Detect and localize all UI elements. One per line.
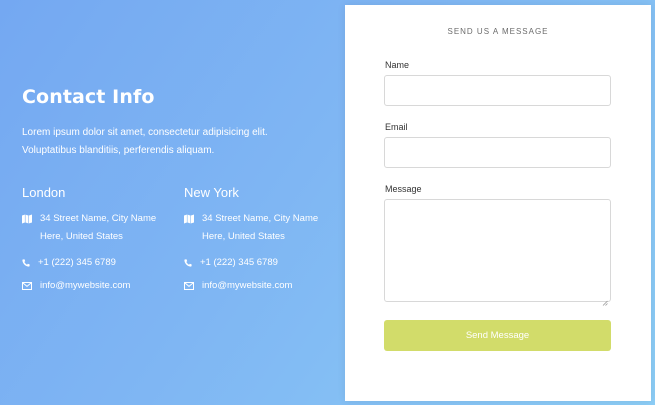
contact-info-title: Contact Info: [22, 86, 155, 108]
name-field-wrapper: [384, 75, 611, 106]
email-field[interactable]: [385, 138, 610, 167]
office-email: info@mywebsite.com: [22, 277, 182, 295]
office-address: 34 Street Name, City Name Here, United S…: [22, 210, 182, 250]
phone-icon: [22, 254, 38, 272]
message-field-wrapper: [384, 199, 611, 306]
contact-description: Lorem ipsum dolor sit amet, consectetur …: [22, 127, 268, 156]
map-icon: [184, 210, 202, 228]
address-line-1: 34 Street Name, City Name: [40, 213, 157, 224]
office-title: London: [22, 185, 66, 200]
address-line-2: Here, United States: [40, 231, 123, 242]
email-field-wrapper: [384, 137, 611, 168]
name-label: Name: [385, 60, 410, 70]
contact-form-card: SEND US A MESSAGE Name Email Message Sen…: [345, 5, 651, 401]
form-heading: SEND US A MESSAGE: [447, 27, 549, 36]
office-email: info@mywebsite.com: [184, 277, 344, 295]
map-icon: [22, 210, 40, 228]
office-phone: +1 (222) 345 6789: [184, 254, 344, 272]
email-label: Email: [385, 122, 408, 132]
message-field[interactable]: [385, 200, 610, 301]
envelope-icon: [22, 277, 40, 295]
envelope-icon: [184, 277, 202, 295]
phone-number[interactable]: +1 (222) 345 6789: [38, 254, 116, 272]
resize-grip-icon[interactable]: [602, 293, 608, 306]
office-phone: +1 (222) 345 6789: [22, 254, 182, 272]
office-new-york: New York 34 Street Name, City Name Here,…: [184, 184, 344, 295]
contact-info-panel: Contact Info Lorem ipsum dolor sit amet,…: [0, 0, 345, 405]
name-field[interactable]: [385, 76, 610, 105]
office-address: 34 Street Name, City Name Here, United S…: [184, 210, 344, 250]
address-line-2: Here, United States: [202, 231, 285, 242]
email-link[interactable]: info@mywebsite.com: [40, 277, 130, 295]
send-message-button[interactable]: Send Message: [384, 320, 611, 351]
message-label: Message: [385, 184, 422, 194]
address-line-1: 34 Street Name, City Name: [202, 213, 319, 224]
phone-icon: [184, 254, 200, 272]
phone-number[interactable]: +1 (222) 345 6789: [200, 254, 278, 272]
office-title: New York: [184, 185, 239, 200]
email-link[interactable]: info@mywebsite.com: [202, 277, 292, 295]
office-london: London 34 Street Name, City Name Here, U…: [22, 184, 182, 295]
